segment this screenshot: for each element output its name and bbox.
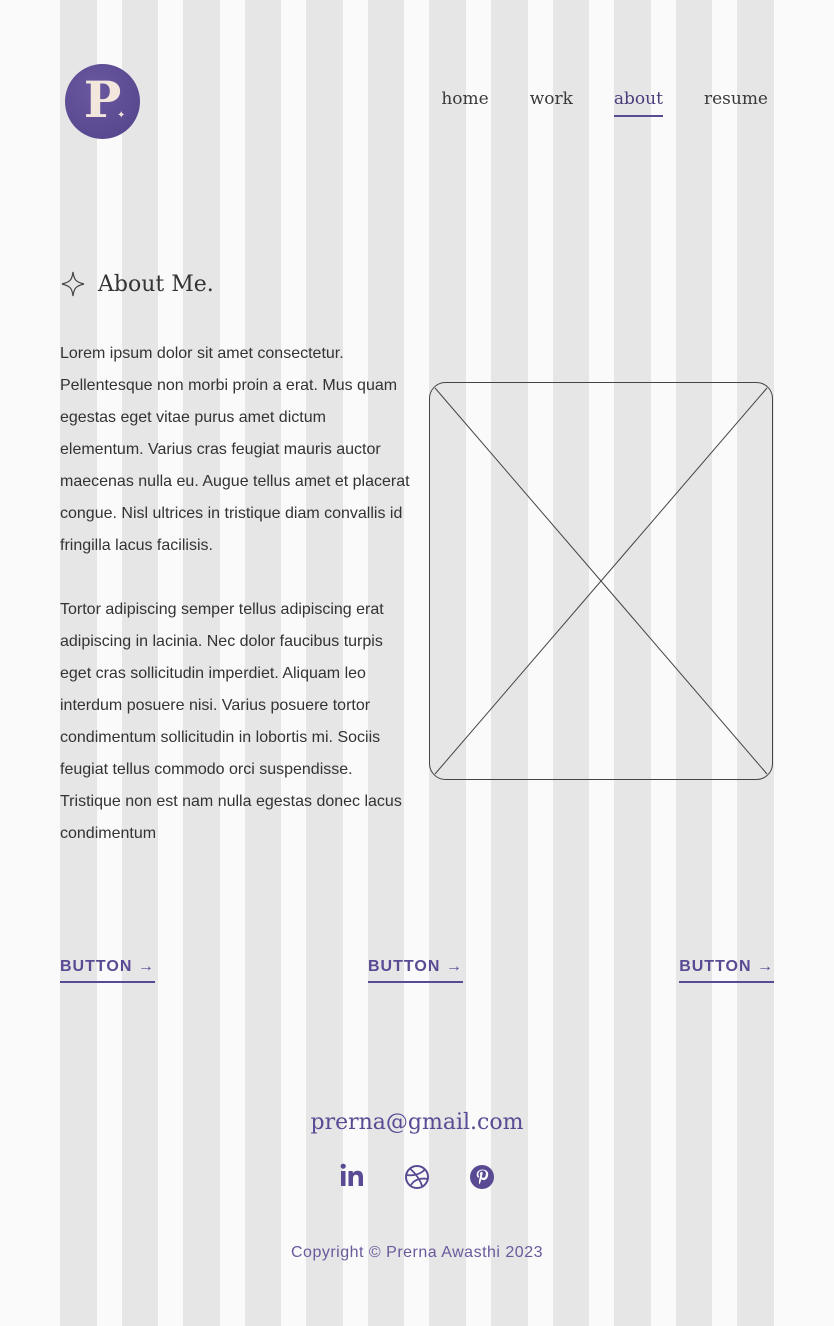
copyright: Copyright © Prerna Awasthi 2023 [290, 1244, 543, 1261]
nav-about[interactable]: about [613, 88, 663, 117]
button-3[interactable]: BUTTON → [679, 958, 774, 983]
dribbble-icon[interactable] [405, 1162, 429, 1190]
logo-star-icon: ✦ [117, 110, 126, 121]
image-placeholder [429, 382, 773, 780]
button-1[interactable]: BUTTON → [60, 958, 155, 983]
button-2[interactable]: BUTTON → [368, 958, 463, 983]
bio-paragraph: Tortor adipiscing semper tellus adipisci… [60, 601, 402, 842]
bio-paragraph: Lorem ipsum dolor sit amet consectetur. … [60, 345, 410, 554]
pinterest-icon[interactable] [470, 1162, 494, 1190]
main-nav: home work about resume [441, 88, 768, 117]
about-bio: Lorem ipsum dolor sit amet consectetur. … [60, 338, 410, 882]
logo-letter: P [83, 70, 122, 129]
nav-work[interactable]: work [530, 88, 573, 117]
logo[interactable]: P ✦ [65, 64, 140, 139]
nav-resume[interactable]: resume [704, 88, 768, 117]
button-row: BUTTON → BUTTON → BUTTON → [60, 958, 774, 988]
contact-email[interactable]: prerna@gmail.com [0, 1110, 834, 1135]
nav-home[interactable]: home [441, 88, 488, 117]
sparkle-icon [61, 271, 85, 297]
social-links [340, 1162, 494, 1190]
about-title: About Me. [98, 271, 214, 297]
about-heading: About Me. [60, 270, 214, 298]
linkedin-icon[interactable] [340, 1162, 364, 1190]
